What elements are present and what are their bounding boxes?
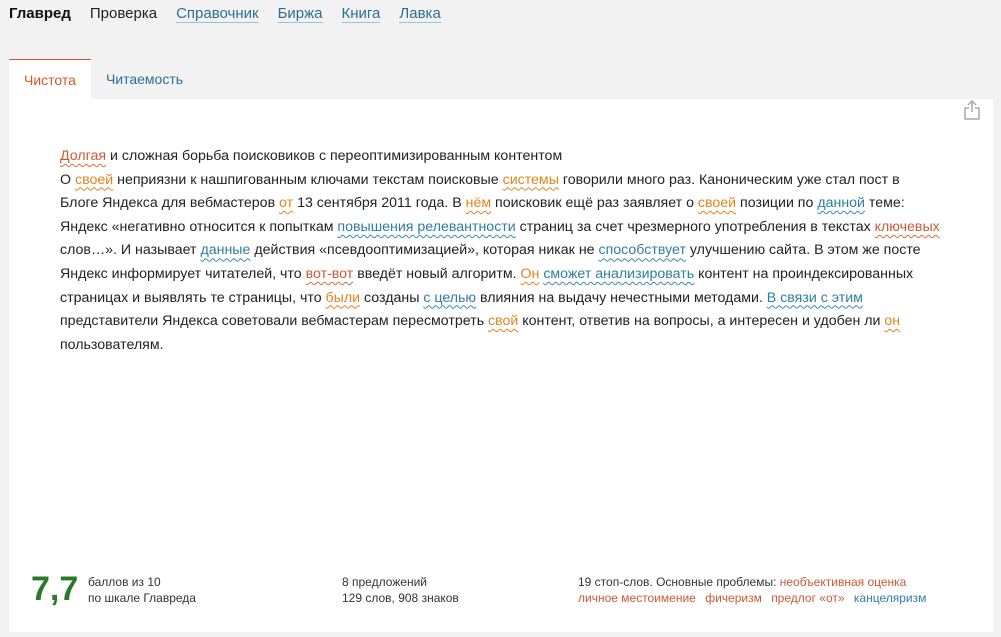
- stop-word[interactable]: вот-вот: [306, 266, 354, 282]
- nav-link-shop[interactable]: Лавка: [399, 5, 441, 23]
- stop-word[interactable]: от: [279, 195, 293, 211]
- stop-word[interactable]: сможет анализировать: [543, 266, 694, 282]
- stop-word[interactable]: системы: [503, 172, 559, 188]
- problem-link[interactable]: канцеляризм: [854, 591, 926, 605]
- stop-word[interactable]: данной: [817, 195, 865, 211]
- stop-word[interactable]: ключевых: [875, 219, 940, 235]
- text-title: Долгая и сложная борьба поисковиков с пе…: [60, 148, 563, 164]
- nav-link-exchange[interactable]: Биржа: [277, 5, 323, 23]
- problem-link[interactable]: личное местоимение: [578, 591, 696, 605]
- stop-word[interactable]: своей: [698, 195, 736, 211]
- tab-purity[interactable]: Чистота: [9, 59, 91, 99]
- problem-link[interactable]: предлог «от»: [771, 591, 844, 605]
- stop-word[interactable]: были: [326, 290, 361, 306]
- problem-link[interactable]: фичеризм: [705, 591, 762, 605]
- stop-word[interactable]: способствует: [599, 242, 686, 258]
- problem-link[interactable]: необъективная оценка: [780, 575, 907, 589]
- stop-word[interactable]: В связи с этим: [767, 290, 863, 306]
- stop-word[interactable]: данные: [200, 242, 250, 258]
- nav-link-reference[interactable]: Справочник: [176, 5, 259, 23]
- text-paragraph: О своей неприязни к нашпигованным ключам…: [60, 171, 940, 353]
- tab-readability[interactable]: Читаемость: [91, 59, 198, 99]
- top-nav: Главред Проверка Справочник Биржа Книга …: [9, 5, 460, 25]
- problems-summary: 19 стоп-слов. Основные проблемы: необъек…: [578, 575, 927, 605]
- stop-word[interactable]: повышения релевантности: [337, 219, 515, 235]
- stop-word[interactable]: нём: [466, 195, 491, 211]
- text-stats: 8 предложений 129 слов, 908 знаков: [342, 575, 459, 605]
- share-icon[interactable]: [963, 99, 981, 121]
- editor-panel: Долгая и сложная борьба поисковиков с пе…: [9, 99, 993, 632]
- score-footer: 7,7 баллов из 10 по шкале Главреда 8 пре…: [9, 569, 993, 629]
- text-editor[interactable]: Долгая и сложная борьба поисковиков с пе…: [60, 145, 940, 357]
- stop-word[interactable]: с целью: [423, 290, 476, 306]
- stop-word[interactable]: Долгая: [60, 148, 106, 164]
- score-caption: баллов из 10 по шкале Главреда: [88, 575, 196, 605]
- tab-bar: Чистота Читаемость: [9, 59, 198, 99]
- nav-link-book[interactable]: Книга: [341, 5, 381, 23]
- stop-word[interactable]: он: [884, 313, 900, 329]
- score-value: 7,7: [31, 570, 79, 608]
- nav-check[interactable]: Проверка: [90, 5, 157, 22]
- brand-logo[interactable]: Главред: [9, 5, 71, 22]
- stop-word[interactable]: Он: [521, 266, 540, 282]
- stop-word[interactable]: своей: [75, 172, 113, 188]
- stop-word[interactable]: свой: [488, 313, 518, 329]
